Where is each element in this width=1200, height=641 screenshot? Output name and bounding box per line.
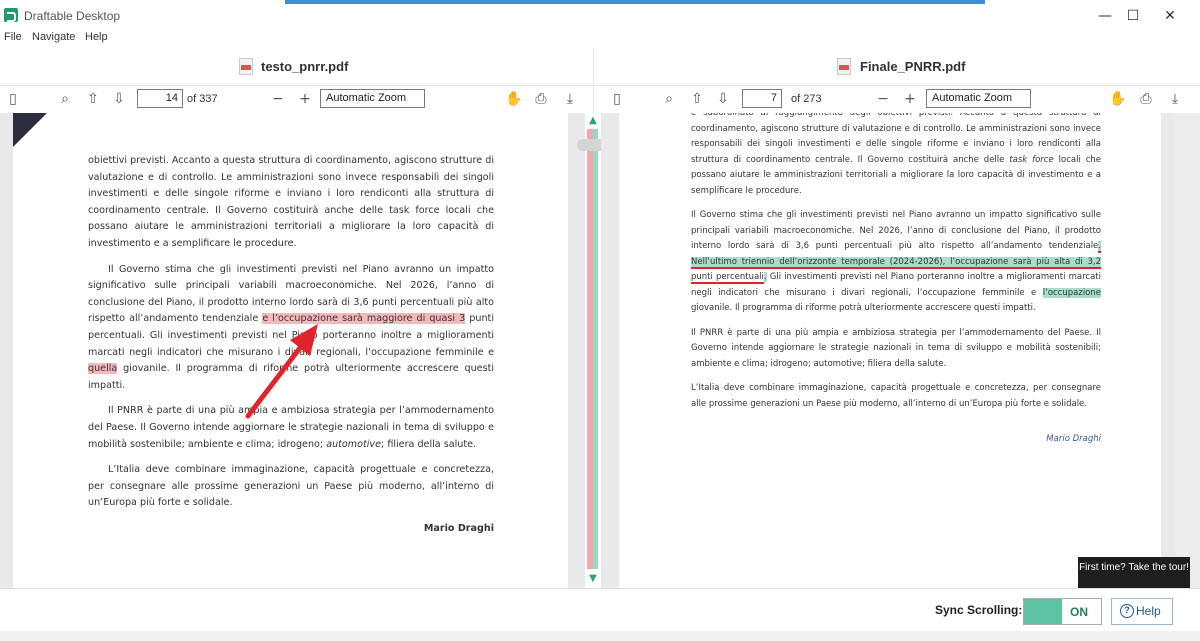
- search-icon[interactable]: ⌕: [660, 90, 678, 108]
- right-paragraph: L’Italia deve combinare immaginazione, c…: [691, 383, 1101, 409]
- page-corner-decoration: [13, 113, 47, 147]
- right-toolbar: ▯ ⌕ ⇧ ⇩ 7 of 273 − + Automatic Zoom ✋ ⎙ …: [594, 86, 1200, 113]
- hand-tool-icon[interactable]: ✋: [1109, 90, 1127, 108]
- close-button[interactable]: ✕: [1160, 6, 1180, 26]
- left-zoom-select[interactable]: Automatic Zoom: [320, 89, 425, 108]
- print-icon[interactable]: ⎙: [1137, 90, 1155, 108]
- right-pdf-page: e subordinato al raggiungimento degli ob…: [619, 113, 1161, 588]
- window-title: Draftable Desktop: [24, 9, 121, 23]
- background-banner: [285, 0, 985, 4]
- comparison-scroll-strip[interactable]: ▲ ▼: [577, 113, 607, 588]
- app-logo-icon: [4, 8, 18, 22]
- help-icon: ?: [1120, 604, 1134, 618]
- right-page-number-input[interactable]: 7: [742, 89, 782, 108]
- sync-scrolling-toggle[interactable]: ON: [1023, 598, 1102, 625]
- right-signature: Mario Draghi: [1046, 434, 1101, 444]
- left-page-total: of 337: [187, 93, 218, 105]
- annotation-arrow: [245, 324, 318, 419]
- maximize-button[interactable]: ☐: [1123, 6, 1143, 26]
- right-paragraph: e subordinato al raggiungimento degli ob…: [691, 113, 1102, 196]
- left-document-viewer[interactable]: obiettivi previsti. Accanto a questa str…: [0, 113, 585, 588]
- scroll-up-icon[interactable]: ▲: [586, 114, 600, 128]
- taskbar-edge: [0, 631, 1200, 641]
- inserted-text-highlight: l’occupazione: [1042, 287, 1101, 298]
- previous-page-icon[interactable]: ⇧: [84, 90, 102, 108]
- annotation-arrow-head: [290, 324, 318, 356]
- menu-help[interactable]: Help: [85, 31, 108, 43]
- next-page-icon[interactable]: ⇩: [110, 90, 128, 108]
- right-zoom-select[interactable]: Automatic Zoom: [926, 89, 1031, 108]
- deleted-text-highlight: quella: [88, 363, 118, 375]
- pdf-file-icon: [837, 58, 851, 75]
- hand-tool-icon[interactable]: ✋: [505, 90, 523, 108]
- left-toolbar: ▯ ⌕ ⇧ ⇩ 14 of 337 − + Automatic Zoom ✋ ⎙…: [0, 86, 593, 113]
- menu-bar: File Navigate Help: [0, 31, 1200, 48]
- previous-page-icon[interactable]: ⇧: [688, 90, 706, 108]
- annotation-arrow-shaft: [245, 337, 309, 419]
- scroll-down-icon[interactable]: ▼: [586, 572, 600, 586]
- left-paragraph: obiettivi previsti. Accanto a questa str…: [88, 155, 494, 249]
- sync-scrolling-label: Sync Scrolling:: [935, 603, 1023, 617]
- toggle-knob: [1024, 599, 1062, 624]
- insertions-strip: [593, 129, 598, 569]
- pdf-file-icon: [239, 58, 253, 75]
- right-paragraph: Il Governo stima che gli investimenti pr…: [691, 210, 1101, 313]
- minimize-button[interactable]: —: [1095, 6, 1115, 26]
- zoom-in-icon[interactable]: +: [296, 90, 314, 108]
- zoom-out-icon[interactable]: −: [874, 90, 892, 108]
- menu-navigate[interactable]: Navigate: [32, 31, 75, 43]
- zoom-in-icon[interactable]: +: [901, 90, 919, 108]
- zoom-out-icon[interactable]: −: [269, 90, 287, 108]
- print-icon[interactable]: ⎙: [532, 90, 550, 108]
- left-pdf-page: obiettivi previsti. Accanto a questa str…: [13, 113, 568, 588]
- next-page-icon[interactable]: ⇩: [714, 90, 732, 108]
- right-paragraph: Il PNRR è parte di una più ampia e ambiz…: [691, 327, 1101, 369]
- left-page-number-input[interactable]: 14: [137, 89, 183, 108]
- search-icon[interactable]: ⌕: [56, 90, 74, 108]
- download-icon[interactable]: ⤓: [561, 90, 579, 108]
- menu-file[interactable]: File: [4, 31, 22, 43]
- help-button[interactable]: ? Help: [1111, 598, 1173, 625]
- sidebar-toggle-icon[interactable]: ▯: [608, 90, 626, 108]
- sidebar-toggle-icon[interactable]: ▯: [4, 90, 22, 108]
- right-page-total: of 273: [791, 93, 822, 105]
- left-file-header: testo_pnrr.pdf: [0, 48, 593, 86]
- sync-state-label: ON: [1070, 605, 1088, 619]
- tour-tooltip[interactable]: First time? Take the tour!: [1078, 557, 1190, 597]
- right-page-text: e subordinato al raggiungimento degli ob…: [691, 113, 1101, 457]
- download-icon[interactable]: ⤓: [1166, 90, 1184, 108]
- right-scrollbar[interactable]: [1175, 113, 1200, 588]
- title-bar: Draftable Desktop — ☐ ✕: [0, 0, 1200, 31]
- right-document-viewer[interactable]: e subordinato al raggiungimento degli ob…: [601, 113, 1175, 588]
- left-file-name: testo_pnrr.pdf: [261, 59, 349, 74]
- left-paragraph: L’Italia deve combinare immaginazione, c…: [88, 464, 494, 509]
- left-signature: Mario Draghi: [423, 522, 494, 534]
- right-file-header: Finale_PNRR.pdf: [594, 48, 1200, 86]
- right-file-name: Finale_PNRR.pdf: [860, 59, 966, 74]
- bottom-bar: Sync Scrolling: ON ? Help: [0, 588, 1200, 631]
- help-button-label: Help: [1136, 604, 1161, 618]
